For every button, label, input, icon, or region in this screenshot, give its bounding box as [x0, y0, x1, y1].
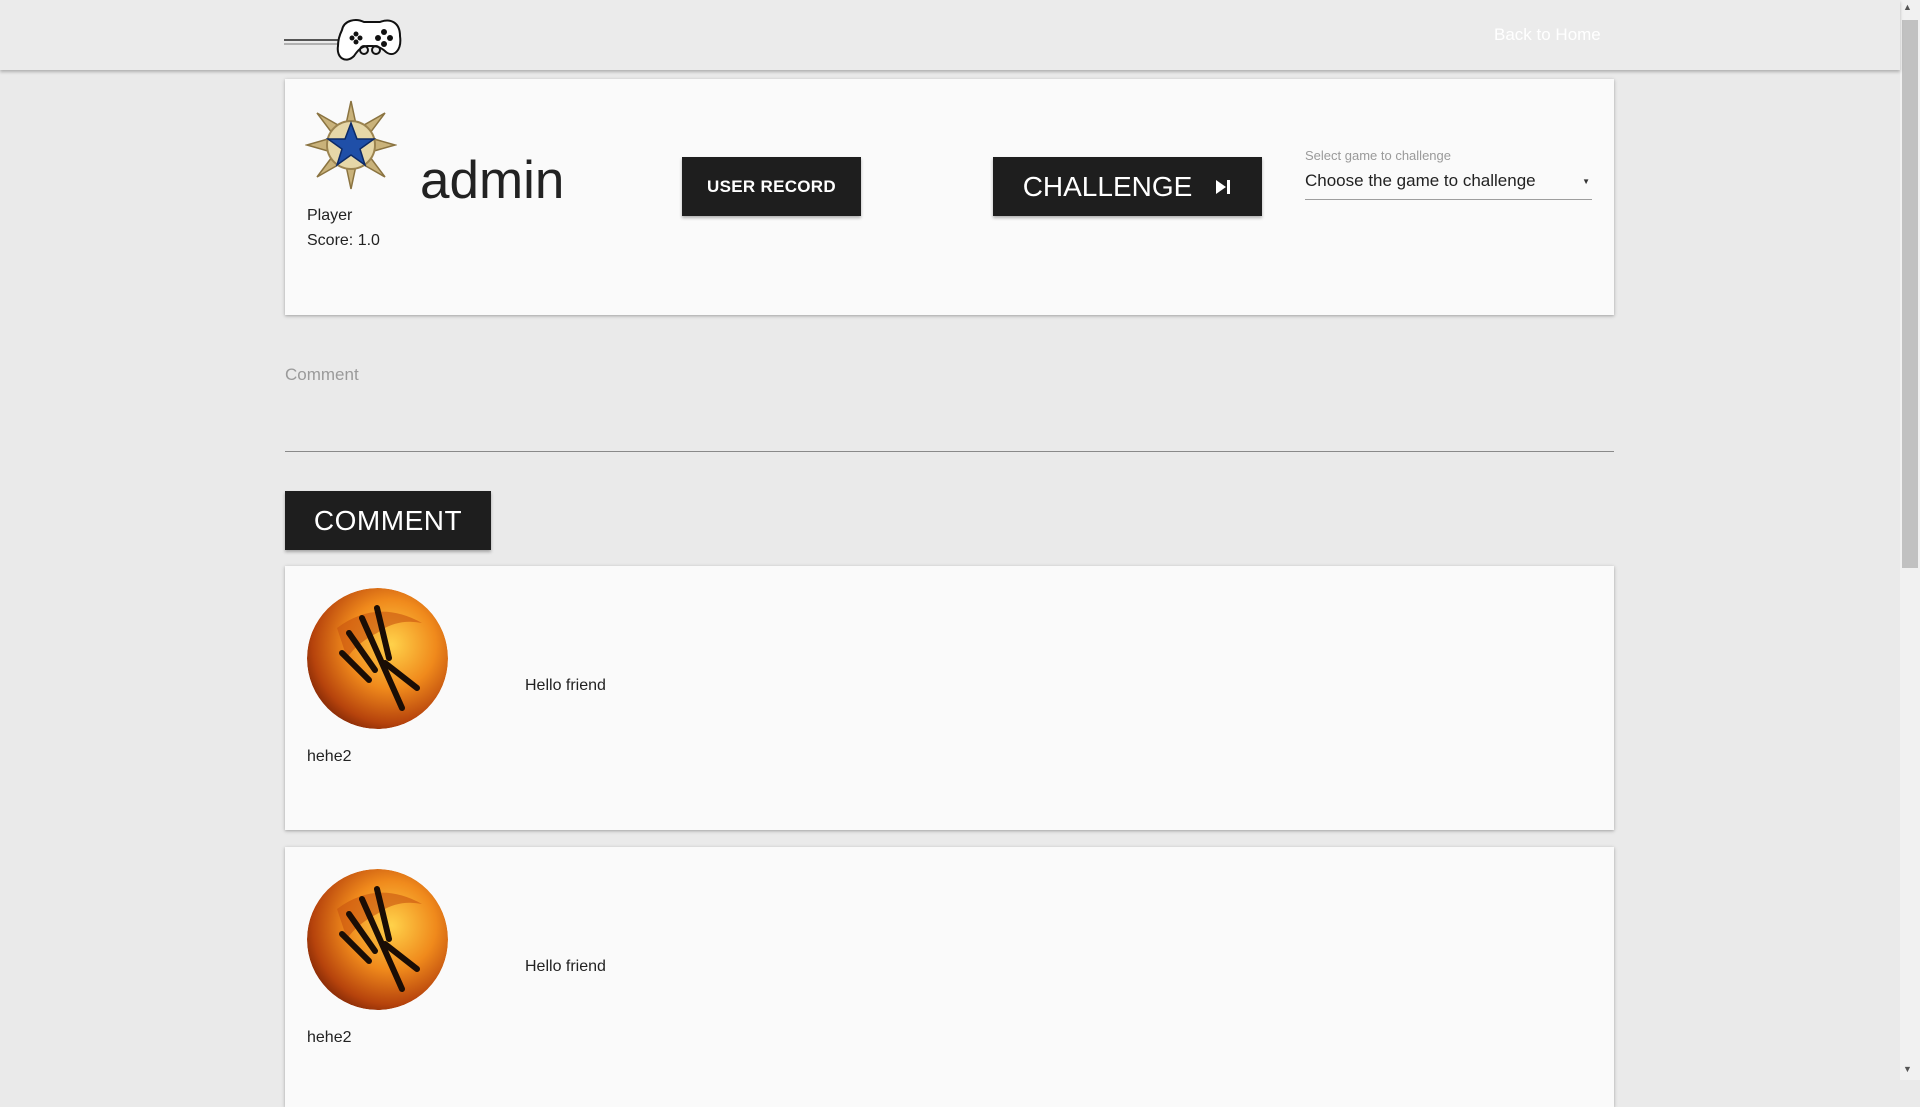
skip-next-icon: [1214, 171, 1232, 203]
comment-input-placeholder: Comment: [285, 365, 359, 384]
comment-input[interactable]: Comment: [285, 355, 1614, 452]
player-score: Score: 1.0: [307, 232, 380, 249]
comment-card: hehe2 Hello friend: [285, 566, 1614, 830]
gamepad-logo-icon[interactable]: [284, 12, 404, 68]
challenge-button[interactable]: CHALLENGE: [993, 157, 1262, 216]
scroll-up-arrow-icon[interactable]: ▲: [1903, 2, 1912, 12]
user-record-button[interactable]: USER RECORD: [682, 157, 861, 216]
comment-submit-button[interactable]: COMMENT: [285, 491, 491, 550]
scrollbar-thumb[interactable]: [1902, 20, 1918, 568]
blue-star-rank-badge-icon: [304, 99, 398, 191]
comment-text: Hello friend: [525, 958, 606, 975]
profile-username: admin: [420, 151, 565, 210]
player-role: Player: [307, 207, 353, 224]
game-select-value: Choose the game to challenge: [1305, 171, 1536, 190]
scroll-down-arrow-icon[interactable]: ▼: [1903, 1064, 1912, 1074]
fire-claw-avatar: [307, 869, 448, 1010]
game-select-dropdown[interactable]: Choose the game to challenge ▼: [1305, 169, 1592, 200]
comment-author: hehe2: [307, 748, 352, 765]
profile-card: Player Score: 1.0 admin USER RECORD CHAL…: [285, 79, 1614, 315]
comment-card: hehe2 Hello friend: [285, 847, 1614, 1107]
dropdown-caret-icon: ▼: [1582, 177, 1590, 186]
back-to-home-link[interactable]: Back to Home: [1494, 25, 1601, 45]
challenge-button-label: CHALLENGE: [1022, 170, 1193, 202]
fire-claw-avatar: [307, 588, 448, 729]
comment-text: Hello friend: [525, 677, 606, 694]
game-select-label: Select game to challenge: [1305, 148, 1451, 163]
comment-author: hehe2: [307, 1029, 352, 1046]
top-navbar: Back to Home: [0, 0, 1900, 70]
